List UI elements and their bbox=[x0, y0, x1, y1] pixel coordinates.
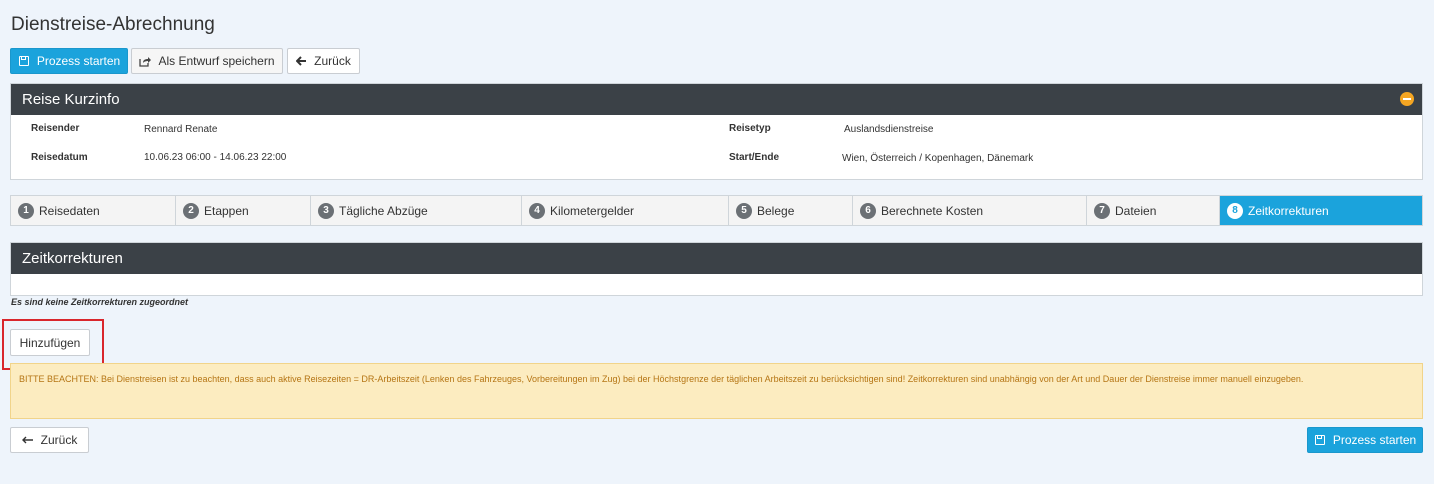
tab-label: Tägliche Abzüge bbox=[339, 203, 428, 218]
arrow-left-icon bbox=[296, 56, 307, 66]
step-number: 8 bbox=[1227, 202, 1243, 219]
step-number: 6 bbox=[860, 202, 876, 219]
tab-reisedaten[interactable]: 1 Reisedaten bbox=[11, 196, 176, 225]
notice-box: BITTE BEACHTEN: Bei Dienstreisen ist zu … bbox=[10, 363, 1423, 419]
trip-info-header: Reise Kurzinfo bbox=[11, 84, 1422, 115]
step-number: 2 bbox=[183, 202, 199, 219]
tab-belege[interactable]: 5 Belege bbox=[729, 196, 853, 225]
tab-berechnete-kosten[interactable]: 6 Berechnete Kosten bbox=[853, 196, 1087, 225]
tab-zeitkorrekturen[interactable]: 8 Zeitkorrekturen bbox=[1220, 196, 1422, 225]
start-end-value: Wien, Österreich / Kopenhagen, Dänemark bbox=[842, 153, 1034, 164]
tab-dateien[interactable]: 7 Dateien bbox=[1087, 196, 1220, 225]
save-icon bbox=[1314, 434, 1326, 446]
back-button-top[interactable]: Zurück bbox=[287, 48, 360, 74]
notice-text: BITTE BEACHTEN: Bei Dienstreisen ist zu … bbox=[19, 374, 1304, 384]
empty-corrections-text: Es sind keine Zeitkorrekturen zugeordnet bbox=[11, 297, 189, 307]
travel-type-value: Auslandsdienstreise bbox=[844, 124, 934, 135]
tab-label: Belege bbox=[757, 203, 795, 218]
trip-info-title: Reise Kurzinfo bbox=[22, 91, 120, 108]
page-title: Dienstreise-Abrechnung bbox=[11, 14, 215, 35]
save-draft-button[interactable]: Als Entwurf speichern bbox=[131, 48, 283, 74]
traveler-value: Rennard Renate bbox=[144, 124, 218, 135]
back-button-bottom[interactable]: Zurück bbox=[10, 427, 89, 453]
minus-circle-icon[interactable] bbox=[1400, 92, 1414, 106]
save-icon bbox=[18, 55, 30, 67]
start-process-button[interactable]: Prozess starten bbox=[10, 48, 128, 74]
corrections-title: Zeitkorrekturen bbox=[22, 250, 123, 267]
travel-type-label: Reisetyp bbox=[729, 123, 771, 134]
travel-date-value: 10.06.23 06:00 - 14.06.23 22:00 bbox=[144, 152, 287, 163]
back-label-bottom: Zurück bbox=[40, 433, 78, 447]
tab-label: Reisedaten bbox=[39, 203, 100, 218]
start-process-label-bottom: Prozess starten bbox=[1332, 433, 1417, 447]
start-end-label: Start/Ende bbox=[729, 152, 780, 163]
save-draft-label: Als Entwurf speichern bbox=[158, 54, 275, 68]
travel-date-label: Reisedatum bbox=[31, 152, 88, 163]
tab-label: Kilometergelder bbox=[550, 203, 635, 218]
tab-etappen[interactable]: 2 Etappen bbox=[176, 196, 311, 225]
corrections-panel: Zeitkorrekturen bbox=[10, 242, 1423, 296]
tab-taegliche-abzuege[interactable]: 3 Tägliche Abzüge bbox=[311, 196, 522, 225]
start-process-label: Prozess starten bbox=[36, 54, 121, 68]
tab-label: Dateien bbox=[1115, 203, 1157, 218]
traveler-label: Reisender bbox=[31, 123, 80, 134]
arrow-left-icon bbox=[21, 436, 33, 444]
tab-label: Etappen bbox=[204, 203, 249, 218]
tab-label: Zeitkorrekturen bbox=[1248, 203, 1329, 218]
back-label-top: Zurück bbox=[314, 54, 351, 68]
start-process-button-bottom[interactable]: Prozess starten bbox=[1307, 427, 1423, 453]
step-number: 1 bbox=[18, 202, 34, 219]
trip-info-panel: Reise Kurzinfo Reisender Rennard Renate … bbox=[10, 83, 1423, 180]
step-number: 7 bbox=[1094, 202, 1110, 219]
corrections-header: Zeitkorrekturen bbox=[11, 243, 1422, 274]
add-correction-button[interactable]: Hinzufügen bbox=[10, 329, 90, 356]
step-number: 3 bbox=[318, 202, 334, 219]
tab-kilometergelder[interactable]: 4 Kilometergelder bbox=[522, 196, 729, 225]
step-number: 4 bbox=[529, 202, 545, 219]
tab-label: Berechnete Kosten bbox=[881, 203, 984, 218]
add-correction-label: Hinzufügen bbox=[19, 335, 81, 350]
step-number: 5 bbox=[736, 202, 752, 219]
step-tabs: 1 Reisedaten 2 Etappen 3 Tägliche Abzüge… bbox=[10, 195, 1423, 226]
share-icon bbox=[139, 56, 152, 67]
